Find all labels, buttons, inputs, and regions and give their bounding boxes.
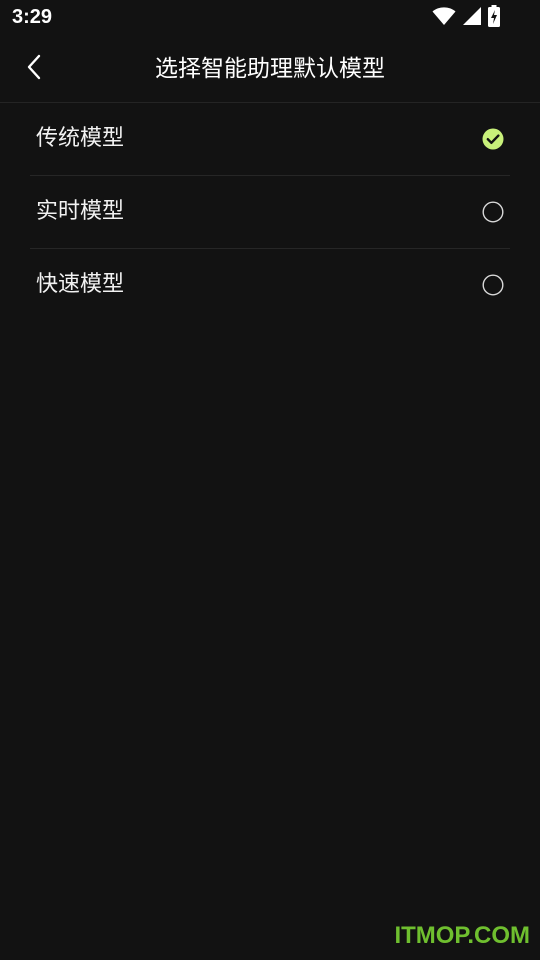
option-label: 传统模型 <box>36 126 125 151</box>
cell-signal-icon <box>462 6 482 30</box>
option-realtime-model[interactable]: 实时模型 <box>30 176 510 249</box>
option-label: 实时模型 <box>36 199 125 224</box>
status-time: 3:29 <box>12 6 53 28</box>
page-title: 选择智能助理默认模型 <box>155 56 385 82</box>
wifi-icon <box>432 6 456 30</box>
radio-unselected-icon[interactable] <box>482 274 504 296</box>
option-fast-model[interactable]: 快速模型 <box>30 249 510 321</box>
option-label: 快速模型 <box>36 272 125 297</box>
watermark-logo: ITMOP.COM <box>394 922 530 949</box>
app-bar: 选择智能助理默认模型 <box>0 36 540 103</box>
status-bar: 3:29 <box>0 0 540 36</box>
model-options-list: 传统模型 实时模型 快速模型 <box>30 103 510 321</box>
battery-charging-icon <box>488 5 500 31</box>
option-traditional-model[interactable]: 传统模型 <box>30 103 510 176</box>
status-icons <box>432 5 500 31</box>
radio-selected-check-icon[interactable] <box>482 128 504 150</box>
radio-unselected-icon[interactable] <box>482 201 504 223</box>
